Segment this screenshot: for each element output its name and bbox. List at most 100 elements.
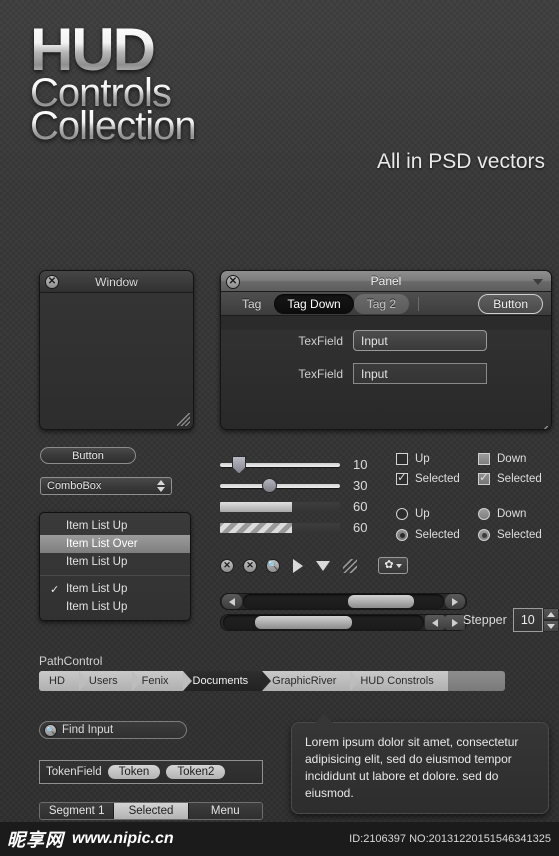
textfield-label-1: TexField: [298, 333, 343, 348]
play-triangle-icon[interactable]: [293, 558, 303, 573]
scrollbar-horizontal-2[interactable]: [220, 614, 467, 631]
breadcrumb-item-graphicriver[interactable]: GraphicRiver: [262, 671, 360, 691]
combobox[interactable]: ComboBox: [40, 477, 172, 495]
tab-tag-down[interactable]: Tag Down: [274, 293, 354, 314]
radio-selected-down[interactable]: Selected: [478, 529, 559, 541]
segment-1[interactable]: Segment 1: [40, 803, 115, 819]
breadcrumb-item-hud-constrols[interactable]: HUD Constrols: [350, 671, 448, 691]
slider-value: 10: [353, 457, 368, 472]
checkbox-selected-up[interactable]: ✓ Selected: [396, 473, 478, 485]
stepper[interactable]: 10: [512, 608, 559, 632]
radio-icon-selected: [396, 529, 408, 541]
scrollbar-horizontal-1[interactable]: [220, 593, 467, 610]
slider-handle-round[interactable]: [262, 477, 277, 493]
chevron-down-icon[interactable]: [533, 279, 543, 285]
token-item[interactable]: Token: [107, 765, 161, 779]
window-titlebar: ✕ Window: [40, 271, 193, 293]
slider-handle-pointer[interactable]: [232, 455, 246, 474]
close-circle-icon[interactable]: ✕: [220, 558, 234, 573]
token-field-label: TokenField: [46, 766, 102, 778]
search-icon: 🔍: [44, 723, 57, 737]
stepper-value[interactable]: 10: [512, 608, 543, 632]
token-field[interactable]: TokenField Token Token2: [39, 760, 263, 784]
list-item[interactable]: Item List Up: [40, 517, 190, 535]
progress-value: 60: [353, 520, 368, 535]
scroll-right-button[interactable]: [445, 594, 465, 609]
radio-down[interactable]: Down: [478, 508, 559, 520]
close-icon[interactable]: ✕: [45, 275, 59, 289]
textfield-input-1[interactable]: Input: [353, 330, 487, 351]
resize-grip-icon[interactable]: [535, 426, 548, 429]
scroll-thumb[interactable]: [347, 595, 414, 608]
breadcrumb-item-documents[interactable]: Documents: [182, 671, 271, 691]
list-item[interactable]: ✓ Item List Up: [40, 580, 190, 598]
slider-track[interactable]: [220, 477, 340, 493]
radio-selected-up[interactable]: Selected: [396, 529, 478, 541]
checkbox-label: Selected: [415, 473, 460, 485]
close-icon[interactable]: ✕: [226, 275, 240, 289]
checkbox-label: Up: [415, 453, 430, 465]
progress-fill: [220, 501, 292, 512]
slider-row-round: 30: [220, 475, 390, 496]
tab-tag[interactable]: Tag: [229, 294, 274, 314]
hero-line-hud: HUD: [30, 19, 196, 79]
scroll-left-button[interactable]: [222, 594, 242, 609]
radio-label: Selected: [497, 529, 542, 541]
stepper-label: Stepper: [463, 613, 507, 627]
segment-selected[interactable]: Selected: [114, 803, 189, 819]
scroll-thumb[interactable]: [255, 616, 352, 629]
slider-track[interactable]: [220, 455, 340, 474]
list-item[interactable]: Item List Over: [40, 535, 190, 553]
chevron-down-icon: [395, 563, 402, 568]
textfield-input-2[interactable]: Input: [353, 363, 487, 384]
close-circle-icon[interactable]: ✕: [243, 558, 257, 573]
checkbox-icon-checked: ✓: [396, 472, 408, 485]
list-item[interactable]: Item List Up: [40, 598, 190, 616]
radio-label: Up: [415, 508, 430, 520]
segment-menu[interactable]: Menu: [188, 803, 262, 819]
progress-row-solid: 60: [220, 496, 390, 517]
chevron-down-triangle-icon[interactable]: [316, 560, 330, 571]
resize-grip-icon[interactable]: [177, 413, 190, 426]
gear-dropdown-button[interactable]: ✿: [378, 557, 408, 574]
list-item[interactable]: Item List Up: [40, 553, 190, 571]
list-item-label: Item List Up: [66, 583, 128, 595]
stepper-down-button[interactable]: [542, 620, 559, 632]
progress-value: 60: [353, 499, 368, 514]
resize-grip-icon[interactable]: [343, 558, 357, 573]
scroll-track[interactable]: [243, 594, 444, 609]
scroll-right-button[interactable]: [445, 615, 465, 630]
progress-bar: [220, 501, 340, 512]
hero-line-collection: Collection: [30, 103, 197, 148]
checkbox-down[interactable]: Down: [478, 453, 559, 465]
window-panel: ✕ Window: [39, 270, 194, 430]
icon-toolbar: ✕ ✕ 🔍 ✿: [220, 557, 408, 574]
checkbox-selected-down[interactable]: ✓ Selected: [478, 473, 559, 485]
scroll-left-button[interactable]: [425, 615, 445, 630]
panel-title: Panel: [370, 274, 402, 288]
breadcrumb: HD Users Fenix Documents GraphicRiver HU…: [39, 671, 505, 691]
stepper-buttons: [542, 608, 559, 632]
tab-tag-2[interactable]: Tag 2: [353, 293, 410, 314]
checkbox-label: Down: [497, 453, 527, 465]
search-input[interactable]: 🔍 Find Input: [39, 721, 187, 739]
hero-tagline: All in PSD vectors: [376, 150, 545, 173]
breadcrumb-item-hd[interactable]: HD: [39, 671, 88, 691]
panel-button[interactable]: Button: [478, 293, 543, 314]
textfield-label-2: TexField: [298, 366, 343, 381]
field-row-2: TexField Input: [221, 363, 551, 384]
radio-label: Down: [497, 508, 527, 520]
slider-row-pointer: 10: [220, 454, 390, 475]
stepper-up-button[interactable]: [542, 608, 559, 620]
token-item[interactable]: Token2: [166, 765, 226, 779]
button[interactable]: Button: [40, 447, 136, 464]
search-circle-icon[interactable]: 🔍: [266, 558, 280, 573]
checkbox-up[interactable]: Up: [396, 453, 478, 465]
pathcontrol-label: PathControl: [39, 654, 103, 668]
field-row-1: TexField Input: [221, 330, 551, 351]
combobox-value: ComboBox: [47, 480, 102, 492]
radio-up[interactable]: Up: [396, 508, 478, 520]
scroll-track[interactable]: [223, 615, 424, 630]
radio-group: Up Down Selected Selected: [396, 508, 559, 541]
radio-icon: [478, 508, 490, 520]
